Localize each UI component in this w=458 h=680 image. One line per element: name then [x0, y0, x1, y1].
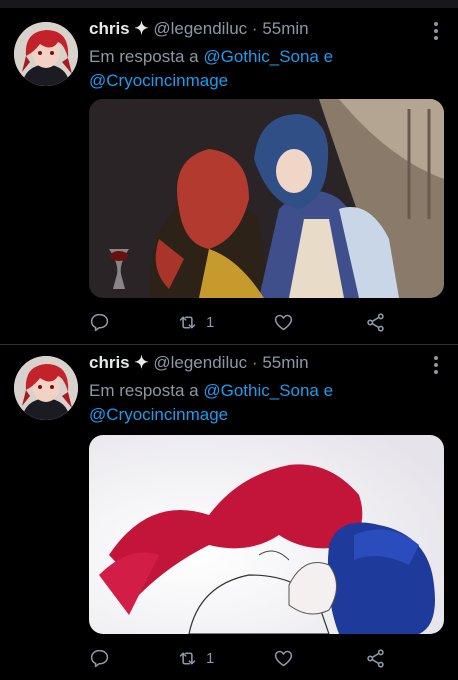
share-icon: [367, 312, 384, 332]
retweet-button[interactable]: 1: [177, 310, 214, 334]
avatar[interactable]: [14, 22, 78, 86]
separator: ·: [251, 19, 258, 38]
mention-link[interactable]: @Gothic_Sona: [203, 47, 319, 66]
more-vertical-icon[interactable]: [432, 356, 440, 376]
tweet-actions: 1: [89, 646, 438, 670]
separator: ·: [251, 353, 258, 372]
timestamp[interactable]: 55min: [262, 19, 308, 38]
tweet-media-image[interactable]: [89, 99, 444, 298]
heart-icon: [274, 314, 293, 330]
tweet[interactable]: chris ✦ @legendiluc · 55min Em resposta …: [0, 12, 458, 344]
mention-link[interactable]: @Gothic_Sona: [203, 381, 319, 400]
reply-context: Em resposta a @Gothic_Sona e @Cryocincin…: [89, 45, 439, 93]
badge-icon: ✦: [134, 353, 149, 372]
mention-link[interactable]: @Cryocincinmage: [89, 405, 228, 424]
tweet[interactable]: chris ✦ @legendiluc · 55min Em resposta …: [0, 346, 458, 680]
share-button[interactable]: [365, 310, 386, 334]
tweet-actions: 1: [89, 310, 438, 334]
tweet-header: chris ✦ @legendiluc · 55min: [89, 353, 309, 373]
like-button[interactable]: [273, 646, 294, 670]
avatar[interactable]: [14, 356, 78, 420]
tweet-divider: [0, 344, 458, 345]
top-bar: [0, 0, 458, 8]
mention-conjunction: e: [323, 47, 334, 66]
retweet-icon: [179, 315, 196, 329]
reply-button[interactable]: [89, 646, 110, 670]
display-name[interactable]: chris: [89, 19, 130, 38]
retweet-button[interactable]: 1: [177, 646, 214, 670]
more-vertical-icon[interactable]: [432, 22, 440, 42]
reply-prefix: Em resposta a: [89, 381, 199, 400]
tweet-header: chris ✦ @legendiluc · 55min: [89, 19, 309, 39]
mention-link[interactable]: @Cryocincinmage: [89, 71, 228, 90]
like-button[interactable]: [273, 310, 294, 334]
mention-conjunction: e: [323, 381, 334, 400]
badge-icon: ✦: [134, 19, 149, 38]
heart-icon: [274, 650, 293, 666]
retweet-count: 1: [206, 649, 215, 667]
reply-icon: [90, 313, 109, 331]
retweet-count: 1: [206, 313, 215, 331]
reply-context: Em resposta a @Gothic_Sona e @Cryocincin…: [89, 379, 439, 427]
tweet-media-image[interactable]: [89, 435, 444, 634]
user-handle[interactable]: @legendiluc: [153, 353, 247, 372]
share-button[interactable]: [365, 646, 386, 670]
reply-button[interactable]: [89, 310, 110, 334]
display-name[interactable]: chris: [89, 353, 130, 372]
reply-prefix: Em resposta a: [89, 47, 199, 66]
timestamp[interactable]: 55min: [262, 353, 308, 372]
reply-icon: [90, 649, 109, 667]
user-handle[interactable]: @legendiluc: [153, 19, 247, 38]
retweet-icon: [179, 651, 196, 665]
share-icon: [367, 648, 384, 668]
